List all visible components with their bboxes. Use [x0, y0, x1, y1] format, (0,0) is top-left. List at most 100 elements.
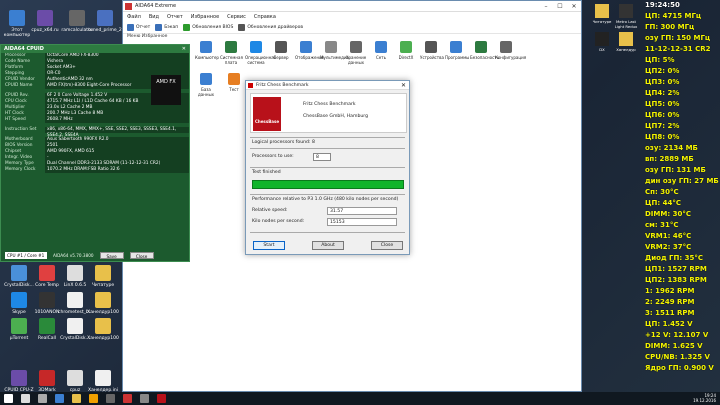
category-item[interactable]: База данных — [195, 73, 217, 97]
app-icon — [11, 318, 27, 334]
about-button[interactable]: About — [312, 241, 344, 250]
app-icon — [595, 4, 609, 18]
desktop-icon[interactable]: Читатуре — [590, 4, 614, 24]
category-label: Сеть — [376, 55, 386, 60]
divider — [250, 232, 405, 233]
system-clock[interactable]: 19:24 19.12.2016 — [693, 393, 716, 403]
desktop-icon[interactable]: Metro Last Light Redux — [614, 4, 638, 29]
app-icon — [619, 4, 633, 18]
app-icon — [97, 10, 113, 26]
toolbar-label: Бэкап — [164, 24, 179, 30]
amd-fx-logo: AMD FX — [151, 75, 181, 105]
close-button[interactable]: Close — [371, 241, 403, 250]
category-item[interactable]: Программы — [445, 41, 469, 65]
menu-item[interactable]: Файл — [127, 12, 141, 22]
info-row: HT Speed 2608.7 MHz — [1, 117, 189, 123]
category-item[interactable]: Отображение — [295, 41, 325, 65]
search-icon[interactable] — [21, 394, 30, 403]
osd-line: дин озу ГП: 27 МБ — [645, 177, 719, 185]
category-item[interactable]: DirectX — [395, 41, 417, 65]
toolbar-button[interactable]: Отчет — [127, 22, 150, 33]
osd-line: 11-12-12-31 CR2 — [645, 45, 711, 53]
category-item[interactable]: Безопасность — [470, 41, 499, 65]
processors-spinner[interactable]: 8 — [313, 153, 331, 161]
desktop-icon-label: Metro Last Light Redux — [614, 19, 638, 29]
category-icon — [275, 41, 287, 53]
category-item[interactable]: Компьютер — [195, 41, 219, 65]
osd-line: Ядро ГП: 0.900 V — [645, 364, 714, 372]
close-icon[interactable]: ✕ — [182, 45, 186, 53]
core-selector[interactable]: CPU #1 / Core #1 — [5, 252, 47, 259]
minimize-icon[interactable]: – — [539, 1, 553, 12]
osd-line: 3: 1511 RPM — [645, 309, 695, 317]
osd-line: ЦП8: 0% — [645, 133, 680, 141]
osd-line: Сп: 30°C — [645, 188, 679, 196]
app-icon — [95, 265, 111, 281]
close-icon[interactable]: ✕ — [567, 1, 581, 12]
toolbar-label: Отчет — [136, 24, 151, 30]
close-button[interactable]: Close — [129, 252, 154, 259]
task-view-icon[interactable] — [38, 394, 47, 403]
app-icon — [67, 265, 83, 281]
category-item[interactable]: Системная плата — [220, 41, 243, 65]
category-item[interactable]: Сеть — [370, 41, 392, 65]
desktop-icon[interactable]: Ханелдур100 — [86, 292, 120, 315]
divider — [250, 148, 405, 149]
desktop-icon[interactable]: Читатуре — [86, 265, 120, 288]
category-item[interactable]: Хранение данных — [345, 41, 367, 65]
category-item[interactable]: Тест — [223, 73, 245, 97]
edge-icon[interactable] — [55, 394, 64, 403]
fritz-task-icon[interactable] — [157, 394, 166, 403]
category-label: Конфигурация — [495, 55, 527, 60]
category-item[interactable]: Мультимедиа — [320, 41, 349, 65]
close-icon[interactable]: ✕ — [401, 81, 406, 90]
category-icon — [300, 41, 312, 53]
category-icon — [500, 41, 512, 53]
toolbar-button[interactable]: Бэкап — [155, 22, 178, 33]
category-item[interactable]: Сервер — [270, 41, 292, 65]
toolbar-button[interactable]: Обновления драйверов — [238, 22, 303, 33]
save-button[interactable]: Save — [99, 252, 124, 259]
category-label: Хранение данных — [345, 55, 367, 65]
kilo-nodes-value: 15153 — [327, 218, 397, 226]
menu-item[interactable]: Сервис — [227, 12, 246, 22]
category-icon — [400, 41, 412, 53]
category-icon — [350, 41, 362, 53]
desktop-icon[interactable]: cpuz_x64.ru — [28, 10, 62, 33]
cpuz-task-icon[interactable] — [140, 394, 149, 403]
menu-item[interactable]: Избранное — [191, 12, 219, 22]
category-label: Отображение — [295, 55, 325, 60]
divider — [250, 167, 405, 168]
cpuid-titlebar: AIDA64 CPUID ✕ — [1, 45, 189, 53]
start-icon[interactable] — [4, 394, 13, 403]
osd-line: ЦП: 5% — [645, 56, 675, 64]
start-button[interactable]: Start — [253, 241, 285, 250]
osd-line: 19:24:50 — [645, 1, 680, 9]
hardware-monitor-osd: 19:24:50 ЦП: 4715 MГц ГП: 300 МГц озу ГП: 1… — [643, 0, 720, 392]
category-label: Сервер — [273, 55, 289, 60]
menu-item[interactable]: Вид — [149, 12, 159, 22]
osd-line: озу: 2134 МБ — [645, 144, 698, 152]
chrome-icon[interactable] — [89, 394, 98, 403]
app-icon[interactable] — [106, 394, 115, 403]
desktop-icon[interactable]: Ханелдер.ini — [86, 370, 120, 393]
desktop-icon[interactable]: Ханелдур100 — [86, 318, 120, 341]
category-item[interactable]: Устройства — [420, 41, 444, 65]
maximize-icon[interactable]: ☐ — [553, 1, 567, 12]
info-row: Instruction Set x86, x86-64, MMX, MMX+, S… — [1, 127, 189, 138]
explorer-icon[interactable] — [72, 394, 81, 403]
desktop-icon[interactable]: Ханелдур — [614, 32, 638, 52]
toolbar-icon — [155, 24, 163, 31]
menu-item[interactable]: Отчет — [167, 12, 183, 22]
osd-line: DIMM: 1.625 V — [645, 342, 703, 350]
toolbar-button[interactable]: Обновления BIOS — [183, 22, 233, 33]
category-item[interactable]: Конфигурация — [495, 41, 527, 65]
desktop-icon[interactable]: DX — [590, 32, 614, 52]
osd-line: вп: 2889 МБ — [645, 155, 694, 163]
menu-item[interactable]: Справка — [254, 12, 276, 22]
aida64-task-icon[interactable] — [123, 394, 132, 403]
app-icon — [67, 370, 83, 386]
taskbar: 19:24 19.12.2016 — [0, 392, 720, 405]
aida64-category-row2: База данных Тест — [195, 73, 245, 97]
category-item[interactable]: Операционная система — [245, 41, 276, 65]
